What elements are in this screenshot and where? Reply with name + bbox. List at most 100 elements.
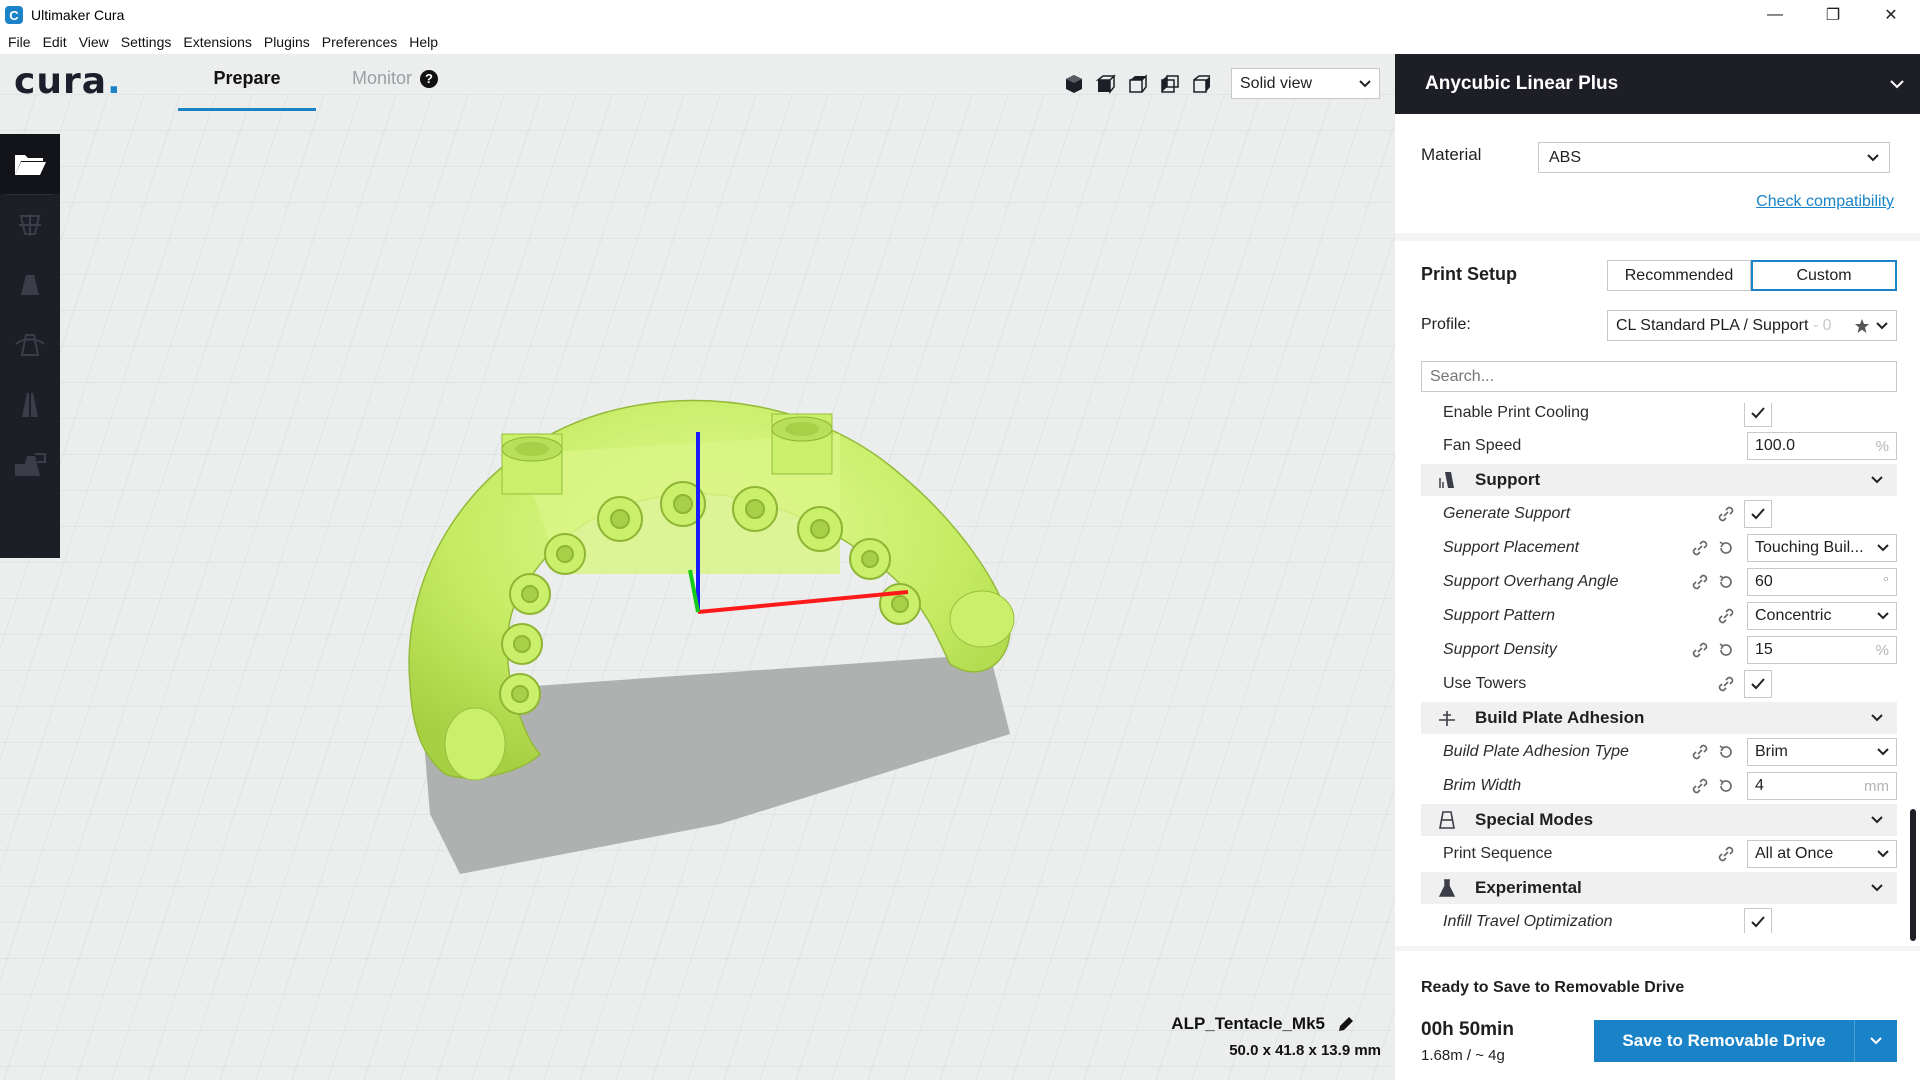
fan-speed-input[interactable]: 100.0% [1747,432,1897,460]
setting-row: Fan Speed 100.0% [1421,429,1897,463]
menu-extensions[interactable]: Extensions [177,34,257,50]
settings-scrollbar[interactable] [1910,809,1916,941]
setting-label: Use Towers [1443,675,1527,692]
reset-icon[interactable] [1717,743,1735,761]
restore-button[interactable]: ❐ [1804,0,1862,30]
checkmark-icon [1751,916,1765,928]
tab-recommended[interactable]: Recommended [1607,260,1751,291]
category-experimental[interactable]: Experimental [1421,872,1897,904]
menu-file[interactable]: File [2,34,37,50]
use-towers-checkbox[interactable] [1744,670,1772,698]
menu-view[interactable]: View [73,34,115,50]
view-mode-dropdown[interactable]: Solid view [1231,68,1380,99]
open-file-button[interactable] [0,134,60,194]
link-icon[interactable] [1691,573,1709,591]
link-icon[interactable] [1717,607,1735,625]
brim-width-input[interactable]: 4 mm [1747,772,1897,800]
setting-label: Support Overhang Angle [1443,573,1619,590]
build-plate-scene[interactable] [0,54,1395,1080]
chevron-down-icon [1877,612,1889,620]
output-device-menu-button[interactable] [1854,1020,1897,1062]
print-setup-section: Print Setup Recommended Custom Profile: … [1395,241,1920,946]
top-view-icon[interactable] [1127,73,1149,95]
support-overhang-angle-input[interactable]: 60 ° [1747,568,1897,596]
menu-edit[interactable]: Edit [37,34,73,50]
link-icon[interactable] [1717,675,1735,693]
scale-tool-button[interactable] [0,255,60,315]
per-model-settings-button[interactable] [0,435,60,495]
category-build-plate-adhesion[interactable]: Build Plate Adhesion [1421,702,1897,734]
check-compatibility-link[interactable]: Check compatibility [1756,193,1894,211]
3d-viewport[interactable]: cura. Prepare Monitor ? Solid view ALP_T… [0,54,1395,1080]
support-placement-value: Touching Buil... [1755,539,1864,556]
menu-preferences[interactable]: Preferences [316,34,403,50]
view-mode-value: Solid view [1240,74,1313,92]
tab-custom[interactable]: Custom [1751,260,1897,291]
settings-list[interactable]: Enable Print Cooling Fan Speed 100.0% Su… [1421,403,1897,933]
chevron-down-icon [1359,79,1371,87]
chevron-down-icon [1871,816,1883,824]
support-overhang-angle-unit: ° [1883,573,1889,591]
pencil-icon[interactable] [1337,1015,1355,1033]
print-sequence-dropdown[interactable]: All at Once [1747,840,1897,868]
support-placement-dropdown[interactable]: Touching Buil... [1747,534,1897,562]
close-button[interactable]: ✕ [1862,0,1920,30]
move-tool-button[interactable] [0,195,60,255]
setting-row: Print Sequence All at Once [1421,837,1897,871]
category-label: Support [1475,470,1541,489]
support-pattern-dropdown[interactable]: Concentric [1747,602,1897,630]
tab-prepare[interactable]: Prepare [178,68,316,89]
menu-plugins[interactable]: Plugins [258,34,316,50]
support-density-input[interactable]: 15% [1747,636,1897,664]
support-pattern-value: Concentric [1755,607,1832,624]
link-icon[interactable] [1691,641,1709,659]
window-titlebar: C Ultimaker Cura — ❐ ✕ [0,0,1920,30]
chevron-down-icon [1877,544,1889,552]
checkmark-icon [1751,407,1765,419]
3d-view-icon[interactable] [1063,73,1085,95]
reset-icon[interactable] [1717,539,1735,557]
settings-search-input[interactable] [1421,361,1897,392]
setting-label: Support Pattern [1443,607,1556,624]
right-view-icon[interactable] [1191,73,1213,95]
rotate-tool-button[interactable] [0,315,60,375]
infill-travel-optimization-checkbox[interactable] [1744,908,1772,933]
tab-monitor[interactable]: Monitor ? [352,68,439,89]
link-icon[interactable] [1717,505,1735,523]
profile-dropdown[interactable]: CL Standard PLA / Support - 0 [1607,310,1897,341]
star-icon[interactable] [1854,318,1870,334]
enable-print-cooling-checkbox[interactable] [1744,403,1772,427]
printer-selector[interactable]: Anycubic Linear Plus [1395,54,1920,114]
menu-settings[interactable]: Settings [115,34,178,50]
support-category-icon [1439,472,1454,488]
link-icon[interactable] [1691,743,1709,761]
category-label: Experimental [1475,878,1582,897]
link-icon[interactable] [1717,845,1735,863]
help-icon[interactable]: ? [420,69,439,88]
reset-icon[interactable] [1717,777,1735,795]
support-density-unit: % [1875,641,1889,659]
link-icon[interactable] [1691,539,1709,557]
material-dropdown[interactable]: ABS [1538,142,1890,173]
chevron-down-icon [1871,476,1883,484]
front-view-icon[interactable] [1095,73,1117,95]
adhesion-type-dropdown[interactable]: Brim [1747,738,1897,766]
profile-label: Profile: [1421,316,1471,333]
brim-width-value: 4 [1755,777,1764,794]
menu-help[interactable]: Help [403,34,444,50]
left-view-icon[interactable] [1159,73,1181,95]
save-to-removable-drive-button[interactable]: Save to Removable Drive [1594,1020,1897,1062]
generate-support-checkbox[interactable] [1744,500,1772,528]
category-support[interactable]: Support [1421,464,1897,496]
mirror-tool-button[interactable] [0,375,60,435]
setting-row: Use Towers [1421,667,1897,701]
reset-icon[interactable] [1717,641,1735,659]
chevron-down-icon [1871,714,1883,722]
link-icon[interactable] [1691,777,1709,795]
category-special-modes[interactable]: Special Modes [1421,804,1897,836]
minimize-button[interactable]: — [1746,0,1804,30]
fan-speed-unit: % [1875,437,1889,455]
setting-label: Print Sequence [1443,845,1553,862]
reset-icon[interactable] [1717,573,1735,591]
tool-sidebar [0,134,60,558]
